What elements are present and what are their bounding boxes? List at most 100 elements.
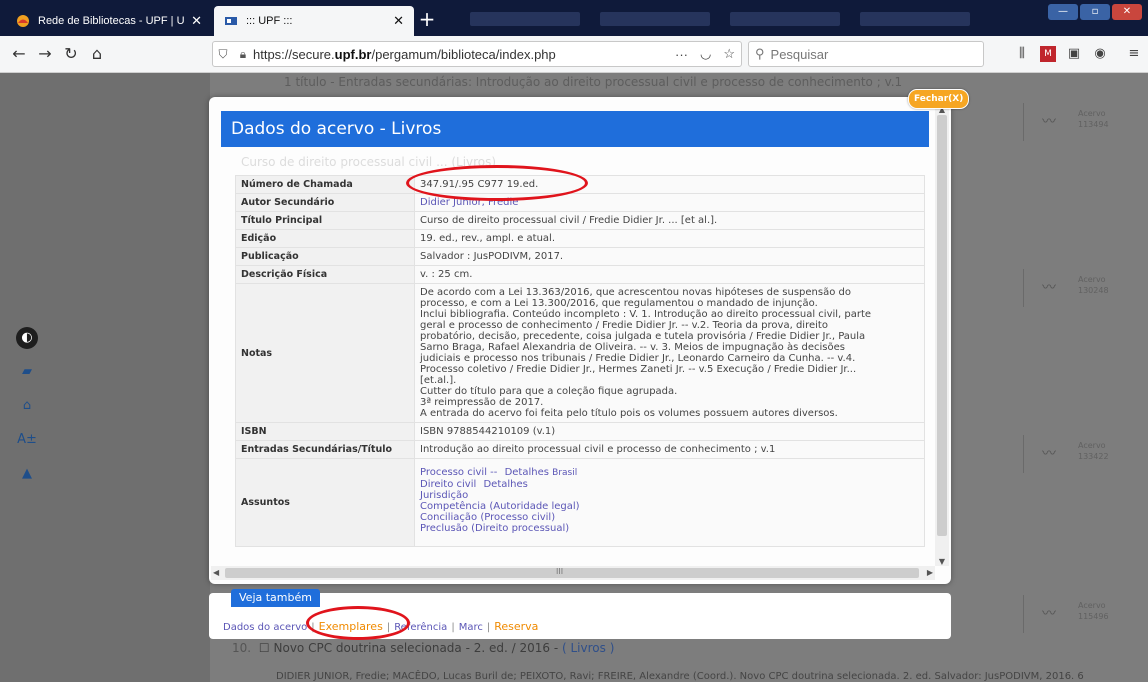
reader-view-icon[interactable]: ▣	[1066, 46, 1082, 62]
scroll-top-icon[interactable]: ▲	[16, 463, 38, 485]
scroll-thumb[interactable]	[937, 115, 947, 536]
subject-link[interactable]: Brasil	[552, 468, 577, 478]
acervo-box: 〰 Acervo 130248	[1023, 269, 1134, 307]
field-label: Assuntos	[235, 458, 415, 547]
acervo-box: 〰 Acervo 113494	[1023, 103, 1134, 141]
notes-line: Sarno Braga, Rafael Alexandria de Olivei…	[420, 342, 845, 353]
tab-title: ::: UPF :::	[246, 15, 293, 27]
tab-rede-bibliotecas[interactable]: Rede de Bibliotecas - UPF | Uni ✕	[6, 6, 212, 36]
back-icon[interactable]: ←	[8, 44, 30, 63]
subject-item: Conciliação (Processo civil)	[420, 512, 919, 523]
scroll-down-icon[interactable]: ▼	[935, 557, 949, 566]
subject-item: Direito civil Detalhes	[420, 479, 919, 490]
shield-icon[interactable]: ⛉	[213, 47, 233, 62]
close-tab-icon[interactable]: ✕	[191, 13, 202, 29]
forward-icon[interactable]: →	[34, 44, 56, 63]
subject-link[interactable]: Direito civil	[420, 479, 476, 490]
subject-link[interactable]: Preclusão (Direito processual)	[420, 523, 569, 534]
subject-item: Preclusão (Direito processual)	[420, 523, 919, 534]
table-row: Publicação Salvador : JusPODIVM, 2017.	[235, 247, 925, 266]
acervo-label: Acervo 113494	[1078, 109, 1109, 129]
subject-item: Jurisdição	[420, 490, 919, 501]
subject-link[interactable]: Competência (Autoridade legal)	[420, 501, 580, 512]
notes-line: 3ª reimpressão de 2017.	[420, 397, 544, 408]
account-icon[interactable]: ◉	[1092, 46, 1108, 62]
notes-line: Processo coletivo / Fredie Didier Jr., H…	[420, 364, 857, 375]
subject-link[interactable]: Processo civil --	[420, 467, 497, 478]
acervo-label: Acervo 133422	[1078, 441, 1109, 461]
home-icon[interactable]: ⌂	[86, 44, 108, 63]
horizontal-scrollbar[interactable]: ◀ III ▶	[211, 566, 935, 580]
menu-icon[interactable]: ≡	[1126, 46, 1142, 62]
field-value: Introdução ao direito processual civil e…	[414, 440, 925, 459]
details-table: Número de Chamada 347.91/.95 C977 19.ed.…	[235, 175, 925, 547]
scroll-right-icon[interactable]: ▶	[927, 566, 933, 580]
background-window-tab	[600, 12, 710, 26]
folder-icon[interactable]: ▰	[16, 361, 38, 383]
field-value: Salvador : JusPODIVM, 2017.	[414, 247, 925, 266]
close-modal-button[interactable]: Fechar(X)	[908, 89, 970, 109]
checkbox[interactable]: ☐	[259, 641, 270, 655]
notes-line: Cutter do título para que a coleção fiqu…	[420, 386, 678, 397]
search-placeholder: Pesquisar	[770, 46, 829, 62]
field-label: Descrição Física	[235, 265, 415, 284]
table-row: Descrição Física v. : 25 cm.	[235, 265, 925, 284]
field-value: Curso de direito processual civil / Fred…	[414, 211, 925, 230]
notes-line: judiciais e processo nos tribunais / Fre…	[420, 353, 856, 364]
library-icon[interactable]: ⫼	[1014, 46, 1030, 62]
chart-icon: 〰	[1042, 606, 1056, 622]
minimize-icon[interactable]: —	[1048, 4, 1078, 20]
background-window-tab	[730, 12, 840, 26]
table-row: ISBN ISBN 9788544210109 (v.1)	[235, 422, 925, 441]
subject-link[interactable]: Conciliação (Processo civil)	[420, 512, 555, 523]
scroll-thumb[interactable]	[225, 568, 919, 578]
bookmark-star-icon[interactable]: ☆	[717, 46, 741, 62]
separator: |	[451, 622, 455, 633]
background-window-tab	[860, 12, 970, 26]
dados-acervo-link[interactable]: Dados do acervo	[223, 622, 307, 633]
item-title[interactable]: Novo CPC doutrina selecionada - 2. ed. /…	[274, 641, 559, 655]
chart-icon: 〰	[1042, 280, 1056, 296]
details-link[interactable]: Detalhes	[483, 479, 527, 490]
table-row: Assuntos Processo civil -- Detalhes Bras…	[235, 458, 925, 547]
maximize-icon[interactable]: ▫	[1080, 4, 1110, 20]
upf-favicon-icon	[225, 17, 237, 25]
table-row: Edição 19. ed., rev., ampl. e atual.	[235, 229, 925, 248]
chart-icon: 〰	[1042, 114, 1056, 130]
reserva-link[interactable]: Reserva	[494, 620, 538, 633]
pocket-icon[interactable]: ◡	[694, 46, 717, 62]
tab-upf[interactable]: ::: UPF ::: ✕	[214, 6, 414, 36]
item-type[interactable]: ( Livros )	[562, 641, 614, 655]
url-text[interactable]: https://secure.upf.br/pergamum/bibliotec…	[253, 47, 669, 62]
address-bar[interactable]: ⛉ 🔒︎ https://secure.upf.br/pergamum/bibl…	[212, 41, 742, 67]
close-window-icon[interactable]: ✕	[1112, 4, 1142, 20]
subject-item: Competência (Autoridade legal)	[420, 501, 919, 512]
scroll-left-icon[interactable]: ◀	[213, 566, 219, 580]
page-actions-icon[interactable]: ···	[669, 47, 694, 62]
search-input[interactable]: ⚲ Pesquisar	[748, 41, 984, 67]
details-link[interactable]: Detalhes	[505, 467, 549, 478]
close-tab-icon[interactable]: ✕	[393, 13, 404, 29]
contrast-icon[interactable]: ◐	[16, 327, 38, 349]
subject-link[interactable]: Jurisdição	[420, 490, 468, 501]
acervo-label: Acervo 130248	[1078, 275, 1109, 295]
vertical-scrollbar[interactable]: ▲ ▼	[935, 105, 949, 566]
window-controls: — ▫ ✕	[1048, 4, 1142, 20]
field-label: Edição	[235, 229, 415, 248]
font-size-icon[interactable]: A±	[16, 429, 38, 451]
marc-link[interactable]: Marc	[459, 622, 483, 633]
notes-line: A entrada do acervo foi feita pelo títul…	[420, 408, 838, 419]
addon-icon[interactable]: M	[1040, 46, 1056, 62]
search-icon: ⚲	[755, 46, 765, 61]
notes-line: probatório, decisão, precedente, coisa j…	[420, 331, 866, 342]
home-icon[interactable]: ⌂	[16, 395, 38, 417]
list-item[interactable]: 10. ☐ Novo CPC doutrina selecionada - 2.…	[232, 641, 614, 655]
lock-icon[interactable]: 🔒︎	[233, 47, 253, 62]
table-row: Notas De acordo com a Lei 13.363/2016, q…	[235, 283, 925, 423]
field-label: Número de Chamada	[235, 175, 415, 194]
scroll-grip: III	[556, 567, 564, 576]
field-label: Autor Secundário	[235, 193, 415, 212]
reload-icon[interactable]: ↻	[60, 44, 82, 63]
chart-icon: 〰	[1042, 446, 1056, 462]
new-tab-button[interactable]: +	[416, 9, 438, 31]
